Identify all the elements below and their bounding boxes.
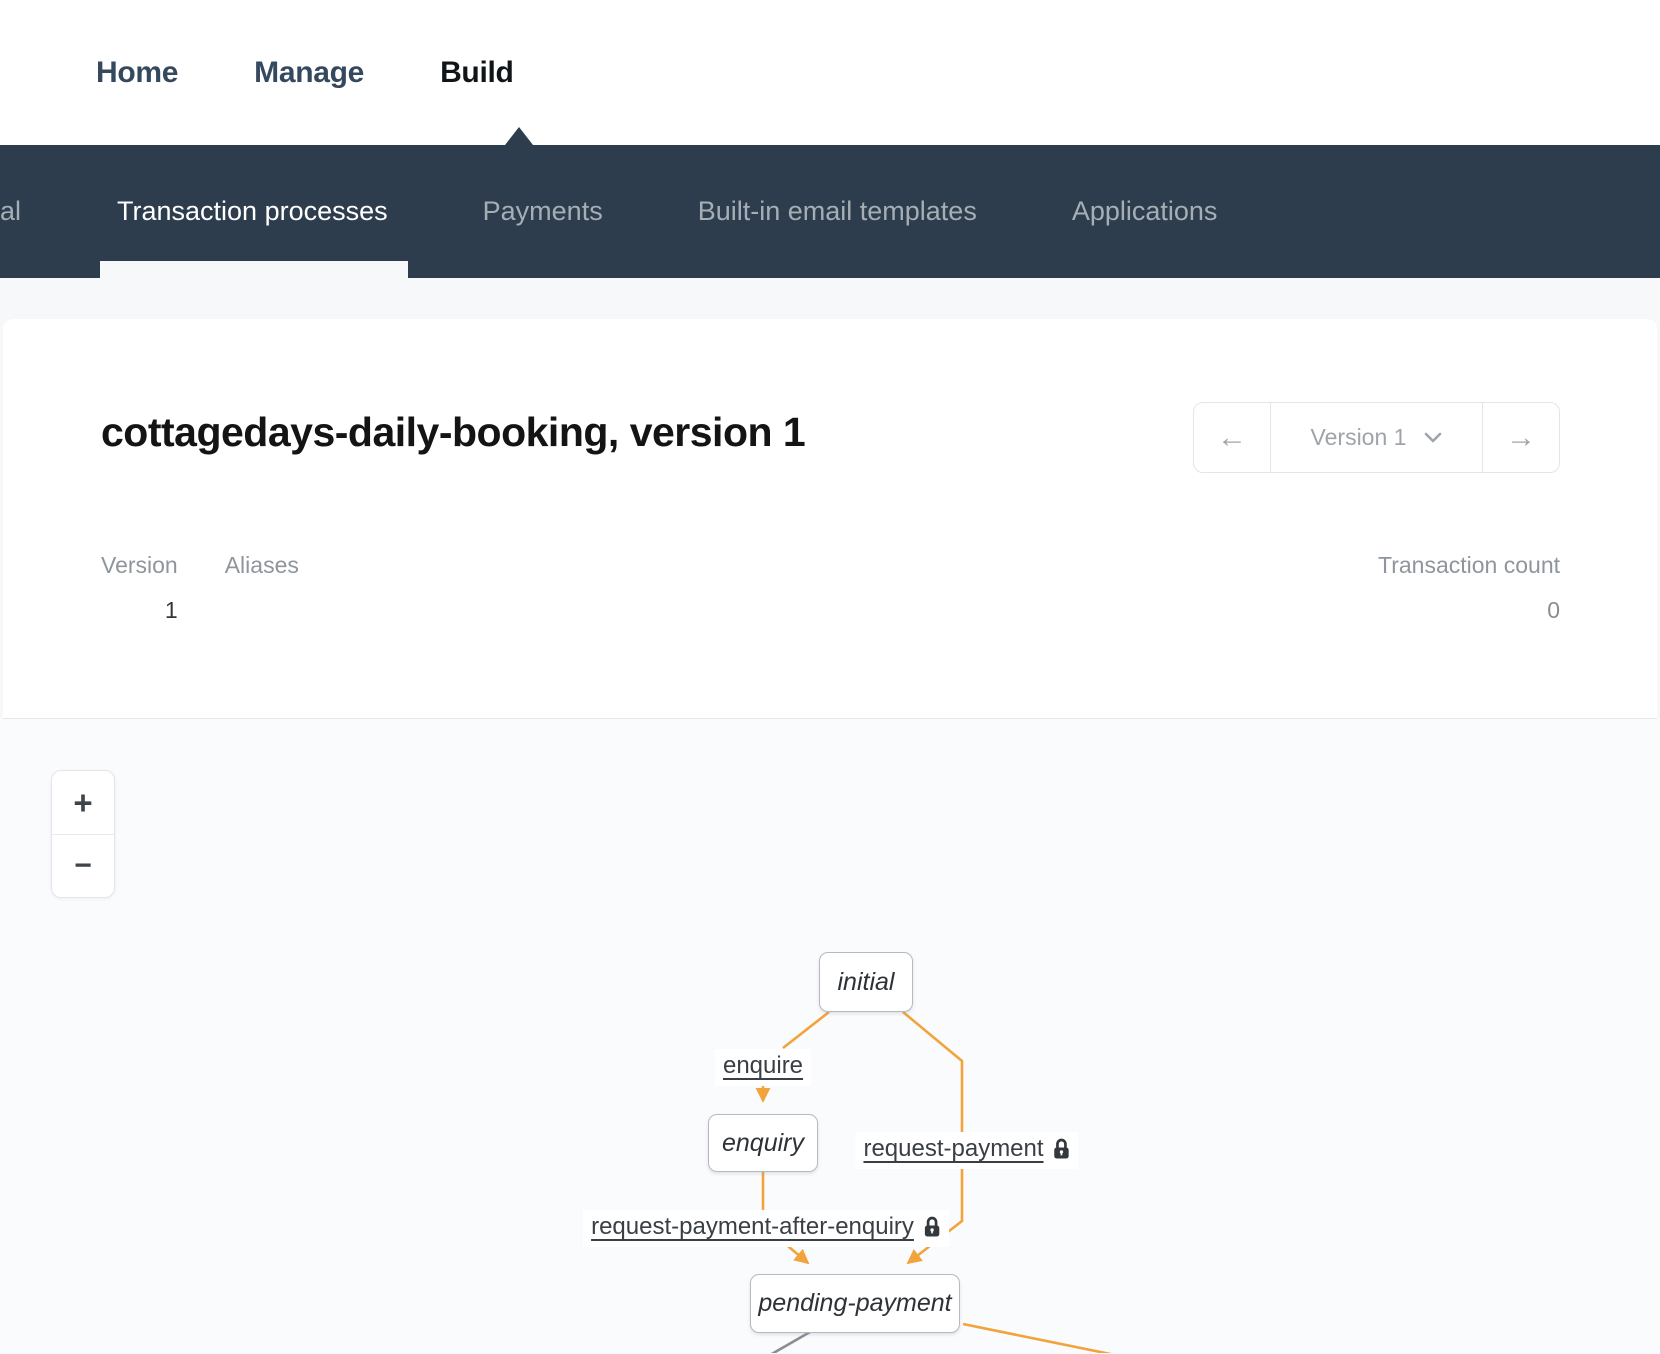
state-label: enquiry: [722, 1129, 804, 1158]
state-node-initial: initial: [819, 952, 913, 1012]
state-node-enquiry: enquiry: [708, 1114, 818, 1172]
arrow-left-icon: ←: [1217, 421, 1247, 455]
stat-version-value: 1: [101, 597, 178, 624]
page-body: cottagedays-daily-booking, version 1 ← V…: [0, 319, 1660, 1354]
tab-label: al: [0, 196, 21, 227]
transition-label: request-payment: [863, 1135, 1043, 1163]
top-navigation: Home Manage Build: [0, 0, 1660, 145]
transition-label: enquire: [723, 1052, 803, 1080]
nav-home[interactable]: Home: [96, 56, 178, 90]
transition-link-request-payment[interactable]: request-payment: [855, 1132, 1078, 1169]
active-nav-pointer-icon: [505, 127, 533, 145]
version-dropdown-value: Version 1: [1311, 424, 1407, 451]
tab-payments[interactable]: Payments: [483, 145, 603, 278]
edge-initial-to-enquire: [783, 1012, 829, 1048]
nav-manage[interactable]: Manage: [254, 56, 364, 90]
stat-transaction-count: Transaction count 0: [1378, 552, 1560, 624]
plus-icon: +: [73, 784, 92, 822]
transition-link-request-payment-after-enquiry[interactable]: request-payment-after-enquiry: [583, 1210, 949, 1247]
stat-aliases: Aliases: [225, 552, 299, 624]
zoom-out-button[interactable]: −: [52, 834, 114, 897]
edge-pending-payment-exit-orange: [963, 1324, 1120, 1353]
tab-label: Built-in email templates: [698, 196, 977, 227]
build-sub-navigation: al Transaction processes Payments Built-…: [0, 145, 1660, 278]
stat-transaction-count-value: 0: [1378, 597, 1560, 624]
state-label: initial: [838, 968, 895, 997]
version-dropdown[interactable]: Version 1: [1270, 403, 1483, 472]
minus-icon: −: [74, 849, 92, 883]
page-title: cottagedays-daily-booking, version 1: [101, 409, 805, 456]
lock-icon: [923, 1216, 941, 1238]
tab-label: Applications: [1072, 196, 1218, 227]
tab-built-in-email-templates[interactable]: Built-in email templates: [698, 145, 977, 278]
transition-label: request-payment-after-enquiry: [591, 1213, 914, 1241]
chevron-down-icon: [1424, 432, 1442, 443]
diagram-edges: [0, 719, 1660, 1353]
state-label: pending-payment: [758, 1289, 951, 1318]
lock-icon: [1053, 1138, 1071, 1160]
transition-link-enquire[interactable]: enquire: [715, 1049, 811, 1086]
process-diagram-canvas: + − initial enquiry pending-payment enqu…: [0, 719, 1660, 1353]
stat-version-header: Version: [101, 552, 178, 579]
stat-version: Version 1: [101, 552, 178, 624]
stat-aliases-header: Aliases: [225, 552, 299, 579]
tab-label: Payments: [483, 196, 603, 227]
next-version-button[interactable]: →: [1483, 403, 1559, 472]
process-header-card: cottagedays-daily-booking, version 1 ← V…: [3, 319, 1657, 719]
tab-transaction-processes[interactable]: Transaction processes: [117, 145, 388, 278]
stat-transaction-count-header: Transaction count: [1378, 552, 1560, 579]
version-stats-row: Version 1 Aliases Transaction count 0: [101, 552, 1560, 624]
tab-label: Transaction processes: [117, 196, 388, 227]
edge-pending-payment-exit-gray: [770, 1332, 810, 1353]
previous-version-button[interactable]: ←: [1194, 403, 1270, 472]
zoom-controls: + −: [51, 770, 115, 898]
nav-build[interactable]: Build: [440, 56, 514, 90]
tab-applications[interactable]: Applications: [1072, 145, 1218, 278]
tab-general-clipped[interactable]: al: [0, 145, 21, 278]
state-node-pending-payment: pending-payment: [750, 1274, 960, 1333]
zoom-in-button[interactable]: +: [52, 771, 114, 834]
version-selector: ← Version 1 →: [1193, 402, 1560, 473]
arrow-right-icon: →: [1506, 421, 1536, 455]
stats-spacer: [299, 552, 1378, 624]
